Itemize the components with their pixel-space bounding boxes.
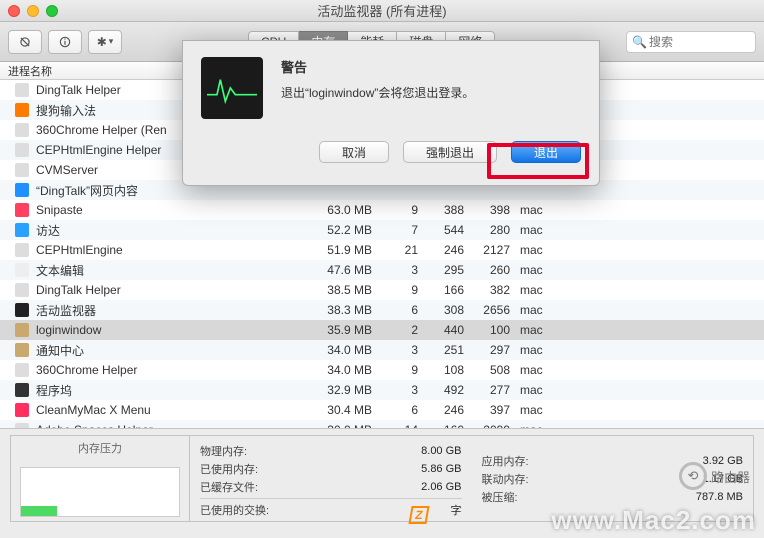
search-wrap: 🔍 [626,31,756,53]
process-name: 程序坞 [36,382,306,399]
app-icon [15,163,29,177]
table-row[interactable]: loginwindow35.9 MB2440100mac [0,320,764,340]
gear-icon: ✱ [97,35,107,49]
user-value: mac [520,283,580,297]
app-icon [15,223,29,237]
table-row[interactable]: Snipaste63.0 MB9388398mac [0,200,764,220]
memory-value: 30.4 MB [306,403,382,417]
user-value: mac [520,323,580,337]
z-badge-icon: Z [408,506,429,524]
app-icon [15,283,29,297]
user-value: mac [520,243,580,257]
process-name: DingTalk Helper [36,283,306,297]
memory-pressure-box: 内存压力 [10,435,190,522]
table-row[interactable]: 文本编辑47.6 MB3295260mac [0,260,764,280]
user-value: mac [520,423,580,428]
app-icon [15,303,29,317]
user-value: mac [520,363,580,377]
user-value: mac [520,403,580,417]
memory-value: 38.5 MB [306,283,382,297]
window-title: 活动监视器 (所有进程) [0,1,764,20]
memory-value: 34.0 MB [306,363,382,377]
app-icon [15,263,29,277]
process-name: 活动监视器 [36,302,306,319]
quit-button[interactable]: 退出 [511,141,581,163]
process-name: loginwindow [36,323,306,337]
memory-pressure-label: 内存压力 [78,440,122,456]
dialog-title: 警告 [281,57,581,76]
app-icon [15,343,29,357]
table-row[interactable]: 程序坞32.9 MB3492277mac [0,380,764,400]
memory-value: 47.6 MB [306,263,382,277]
memory-stats: 物理内存:8.00 GB已使用内存:5.86 GB已缓存文件:2.06 GB已使… [190,435,754,522]
process-name: Snipaste [36,203,306,217]
process-name: 访达 [36,222,306,239]
search-icon: 🔍 [632,35,647,49]
app-icon [15,383,29,397]
router-watermark: ⟲ 路由器 [679,462,750,490]
titlebar: 活动监视器 (所有进程) [0,0,764,22]
process-name: 通知中心 [36,342,306,359]
quit-process-button[interactable] [8,30,42,54]
table-row[interactable]: CleanMyMac X Menu30.4 MB6246397mac [0,400,764,420]
settings-button[interactable]: ✱▾ [88,30,122,54]
app-icon [15,83,29,97]
memory-value: 51.9 MB [306,243,382,257]
stats-row: 物理内存:8.00 GB [200,442,462,460]
activity-monitor-icon [201,57,263,119]
memory-pressure-fill [21,506,57,516]
user-value: mac [520,203,580,217]
router-icon: ⟲ [679,462,707,490]
inspect-process-button[interactable] [48,30,82,54]
table-row[interactable]: DingTalk Helper38.5 MB9166382mac [0,280,764,300]
quit-dialog: 警告 退出“loginwindow”会将您退出登录。 取消 强制退出 退出 [182,40,600,186]
app-icon [15,323,29,337]
table-row[interactable]: 360Chrome Helper34.0 MB9108508mac [0,360,764,380]
memory-value: 63.0 MB [306,203,382,217]
memory-value: 32.9 MB [306,383,382,397]
app-icon [15,423,29,428]
memory-value: 52.2 MB [306,223,382,237]
app-icon [15,203,29,217]
process-name: CEPHtmlEngine [36,243,306,257]
app-icon [15,363,29,377]
memory-value: 35.9 MB [306,323,382,337]
app-icon [15,183,29,197]
chevron-down-icon: ▾ [109,36,114,47]
table-row[interactable]: CEPHtmlEngine51.9 MB212462127mac [0,240,764,260]
stats-row: 已使用内存:5.86 GB [200,460,462,478]
process-name-header: 进程名称 [8,63,52,79]
app-icon [15,123,29,137]
process-name: 360Chrome Helper [36,363,306,377]
memory-value: 38.3 MB [306,303,382,317]
memory-value: 30.0 MB [306,423,382,428]
stats-row: 被压缩:787.8 MB [482,488,744,506]
table-row[interactable]: 活动监视器38.3 MB63082656mac [0,300,764,320]
user-value: mac [520,303,580,317]
user-value: mac [520,383,580,397]
app-icon [15,143,29,157]
table-row[interactable]: 通知中心34.0 MB3251297mac [0,340,764,360]
user-value: mac [520,263,580,277]
app-icon [15,243,29,257]
user-value: mac [520,343,580,357]
memory-pressure-graph [20,467,180,517]
force-quit-button[interactable]: 强制退出 [403,141,497,163]
process-name: Adobe Spaces Helper [36,423,306,428]
table-row[interactable]: 访达52.2 MB7544280mac [0,220,764,240]
user-value: mac [520,223,580,237]
footer-panel: 内存压力 物理内存:8.00 GB已使用内存:5.86 GB已缓存文件:2.06… [0,428,764,528]
stats-row: 已缓存文件:2.06 GB [200,478,462,496]
cancel-button[interactable]: 取消 [319,141,389,163]
process-name: CleanMyMac X Menu [36,403,306,417]
table-row[interactable]: Adobe Spaces Helper30.0 MB141602099mac [0,420,764,428]
memory-value: 34.0 MB [306,343,382,357]
process-name: 文本编辑 [36,262,306,279]
app-icon [15,103,29,117]
app-icon [15,403,29,417]
dialog-message: 退出“loginwindow”会将您退出登录。 [281,84,581,101]
